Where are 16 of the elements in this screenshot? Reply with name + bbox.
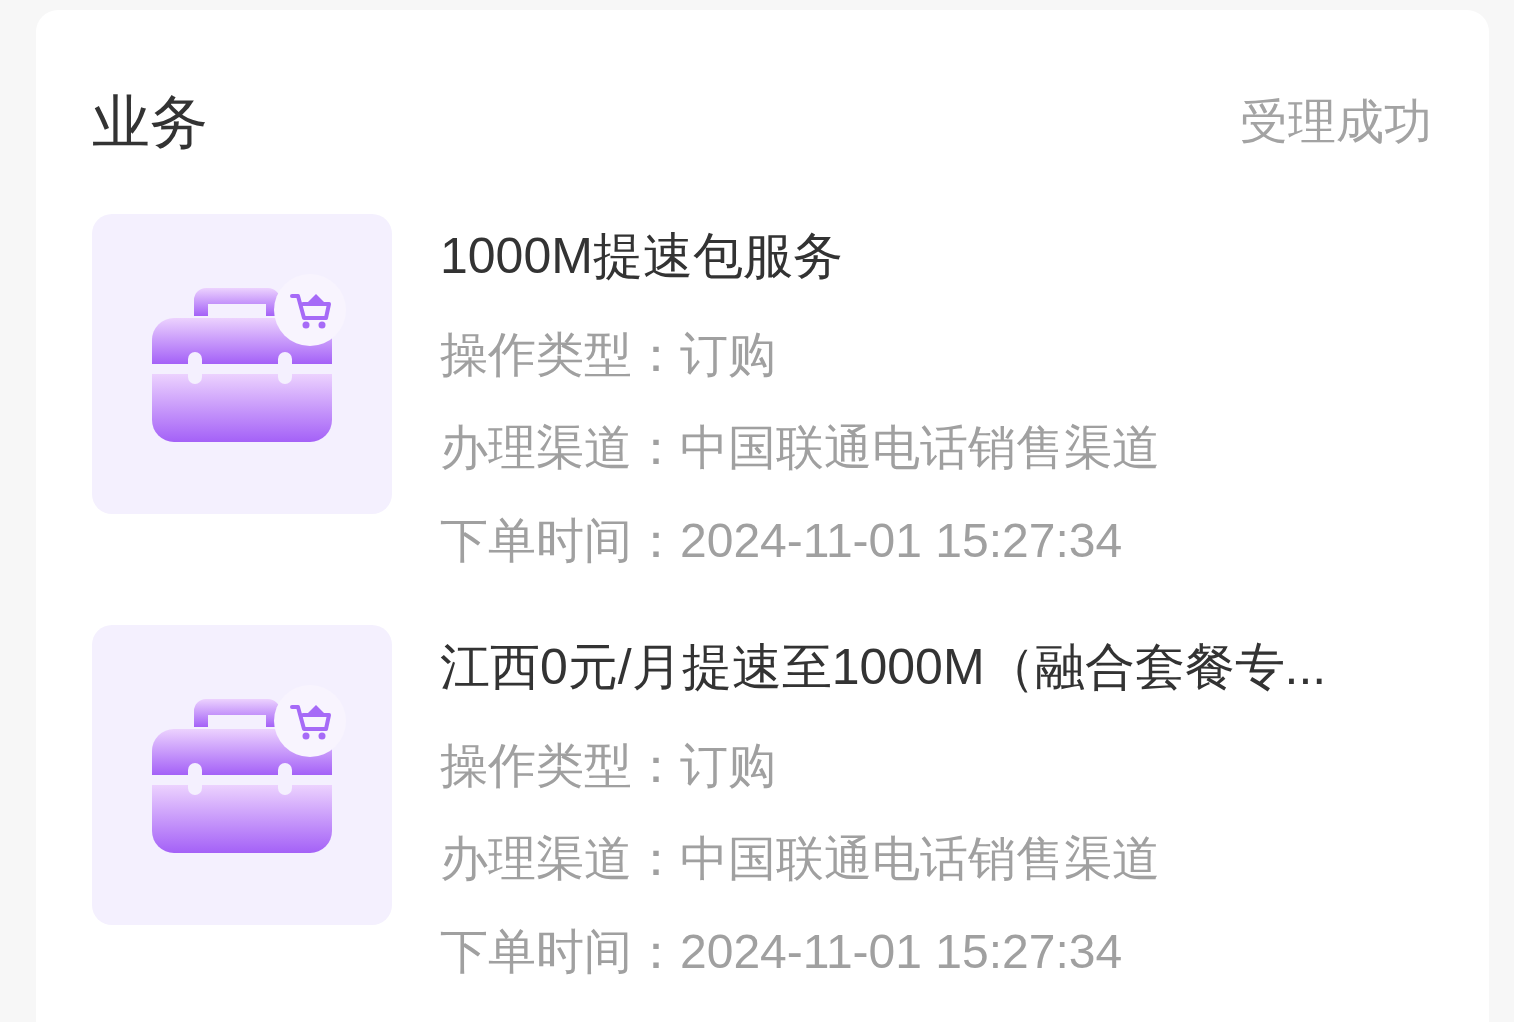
order-title: 1000M提速包服务: [440, 227, 844, 286]
order-title: 江西0元/月提速至1000M（融合套餐专...: [440, 638, 1327, 697]
field-value: 中国联通电话销售渠道: [680, 419, 1160, 476]
field-label: 下单时间：: [440, 512, 680, 569]
field-label: 下单时间：: [440, 923, 680, 980]
field-value: 订购: [680, 737, 776, 794]
field-value: 2024-11-01 15:27:34: [680, 512, 1123, 569]
order-status: 受理成功: [1240, 94, 1432, 150]
field-label: 办理渠道：: [440, 830, 680, 887]
field-label: 办理渠道：: [440, 419, 680, 476]
field-label: 操作类型：: [440, 737, 680, 794]
field-label: 操作类型：: [440, 326, 680, 383]
field-value: 中国联通电话销售渠道: [680, 830, 1160, 887]
field-value: 2024-11-01 15:27:34: [680, 923, 1123, 980]
field-value: 订购: [680, 326, 776, 383]
section-title: 业务: [92, 90, 208, 154]
